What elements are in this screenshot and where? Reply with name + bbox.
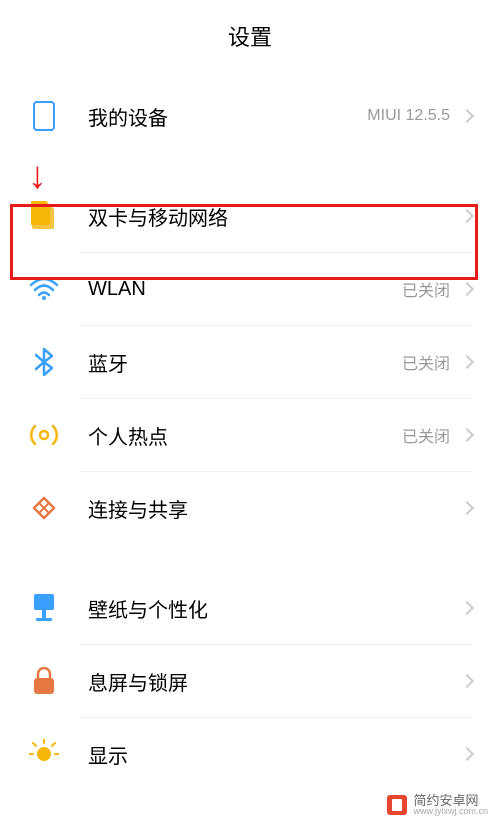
chevron-right-icon (460, 109, 474, 123)
item-connection-share[interactable]: 连接与共享 (0, 472, 500, 544)
item-value: 已关闭 (402, 423, 450, 447)
item-hotspot[interactable]: 个人热点 已关闭 (0, 399, 500, 471)
display-icon (28, 738, 60, 770)
item-wlan[interactable]: WLAN 已关闭 (0, 253, 500, 325)
item-label: 我的设备 (88, 102, 367, 131)
item-label: 息屏与锁屏 (88, 667, 462, 696)
share-icon (28, 492, 60, 524)
chevron-right-icon (460, 282, 474, 296)
item-display[interactable]: 显示 (0, 718, 500, 790)
item-my-device[interactable]: 我的设备 MIUI 12.5.5 (0, 80, 500, 152)
chevron-right-icon (460, 747, 474, 761)
item-label: 显示 (88, 740, 462, 769)
item-wallpaper[interactable]: 壁纸与个性化 (0, 572, 500, 644)
item-label: 个人热点 (88, 421, 402, 450)
header: 设置 (0, 0, 500, 80)
hotspot-icon (28, 419, 60, 451)
chevron-right-icon (460, 355, 474, 369)
item-bluetooth[interactable]: 蓝牙 已关闭 (0, 326, 500, 398)
chevron-right-icon (460, 209, 474, 223)
wifi-icon (28, 273, 60, 305)
item-sim-mobile-network[interactable]: 双卡与移动网络 (0, 180, 500, 252)
item-value: MIUI 12.5.5 (367, 107, 450, 125)
page-title: 设置 (0, 20, 500, 52)
watermark-badge-icon (387, 795, 407, 815)
item-label: 连接与共享 (88, 494, 462, 523)
wallpaper-icon (28, 592, 60, 624)
item-label: WLAN (88, 278, 402, 301)
chevron-right-icon (460, 674, 474, 688)
item-value: 已关闭 (402, 277, 450, 301)
chevron-right-icon (460, 601, 474, 615)
watermark: 简约安卓网 www.jylxwj.com.cn (387, 794, 488, 816)
watermark-url: www.jylxwj.com.cn (413, 807, 488, 816)
item-label: 蓝牙 (88, 348, 402, 377)
chevron-right-icon (460, 501, 474, 515)
settings-list: 我的设备 MIUI 12.5.5 双卡与移动网络 WLAN 已关闭 (0, 80, 500, 790)
item-value: 已关闭 (402, 350, 450, 374)
sim-card-icon (28, 200, 60, 232)
item-label: 壁纸与个性化 (88, 594, 462, 623)
bluetooth-icon (28, 346, 60, 378)
item-label: 双卡与移动网络 (88, 202, 462, 231)
device-icon (28, 100, 60, 132)
item-lockscreen[interactable]: 息屏与锁屏 (0, 645, 500, 717)
chevron-right-icon (460, 428, 474, 442)
lock-icon (28, 665, 60, 697)
